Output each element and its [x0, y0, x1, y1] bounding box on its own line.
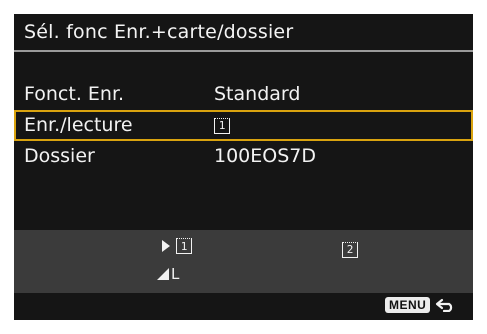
menu-item-record-function[interactable]: Fonct. Enr. Standard: [14, 79, 473, 110]
record-playback-value: 1: [214, 112, 230, 139]
image-quality-label: L: [171, 265, 180, 283]
memory-card-icon: 1: [176, 238, 192, 254]
status-panel: 1 2 L: [14, 230, 473, 293]
camera-menu-screen: Sél. fonc Enr.+carte/dossier Fonct. Enr.…: [14, 14, 473, 320]
menu-item-record-playback[interactable]: Enr./lecture 1: [14, 110, 473, 141]
menu-item-folder[interactable]: Dossier 100EOS7D: [14, 141, 473, 172]
menu-return-button[interactable]: MENU: [385, 297, 457, 313]
image-quality-icon: [157, 268, 169, 280]
record-playback-label: Enr./lecture: [24, 114, 133, 136]
menu-title: Sél. fonc Enr.+carte/dossier: [14, 14, 473, 52]
record-function-value: Standard: [214, 83, 301, 105]
memory-card-icon: 2: [342, 241, 358, 258]
folder-label: Dossier: [24, 145, 95, 167]
play-icon: [162, 240, 170, 252]
card-slot-2-status: 2: [342, 238, 358, 258]
menu-button-label: MENU: [385, 297, 431, 313]
return-arrow-icon: [435, 298, 457, 312]
image-quality-indicator: L: [157, 265, 179, 283]
folder-value: 100EOS7D: [214, 145, 317, 167]
record-function-label: Fonct. Enr.: [24, 83, 125, 105]
memory-card-icon: 1: [214, 117, 230, 134]
card-slot-1-status: 1: [162, 238, 192, 254]
